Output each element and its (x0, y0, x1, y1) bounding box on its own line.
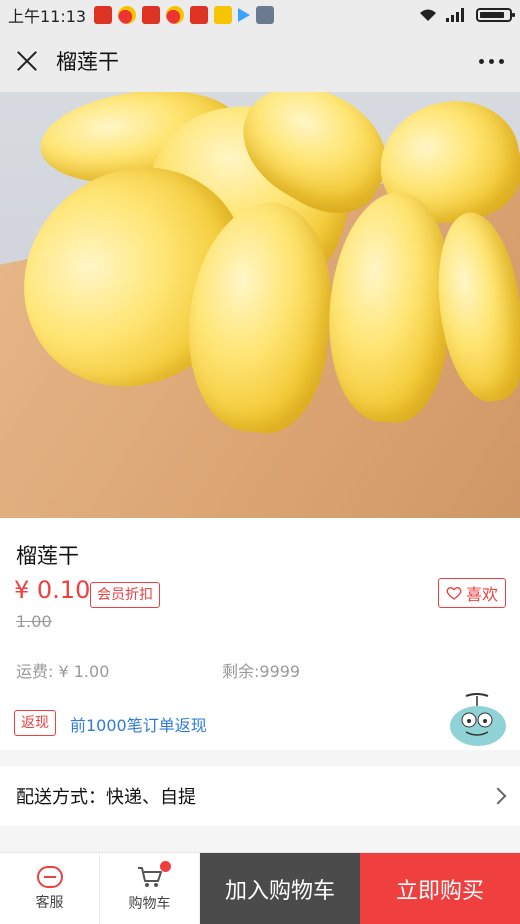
heart-icon (446, 586, 462, 600)
like-button[interactable]: 喜欢 (438, 578, 506, 608)
app-icon (214, 6, 233, 24)
netease-news-icon (94, 6, 113, 24)
more-icon[interactable] (479, 58, 504, 64)
product-info: 榴莲干 ¥ 0.10 会员折扣 1.00 喜欢 运费: ¥ 1.00 剩余:99… (0, 518, 520, 750)
stock-remaining: 剩余:9999 (222, 662, 301, 681)
play-icon (238, 8, 251, 22)
add-to-cart-button[interactable]: 加入购物车 (200, 853, 360, 924)
product-price: ¥ 0.10 (14, 576, 91, 604)
product-image[interactable] (0, 92, 520, 518)
like-label: 喜欢 (465, 587, 498, 604)
customer-service-button[interactable]: 客服 (0, 853, 100, 924)
nav-bar: 榴莲干 (0, 30, 520, 92)
status-bar: 上午11:13 (0, 0, 520, 30)
weibo-icon (118, 6, 137, 24)
shipping-fee: 运费: ¥ 1.00 (16, 662, 110, 681)
cart-badge-dot (160, 861, 171, 872)
cart-button[interactable]: 购物车 (100, 853, 200, 924)
original-price: 1.00 (16, 612, 52, 631)
cart-icon (137, 867, 162, 887)
status-time: 上午11:13 (8, 7, 87, 26)
buy-now-button[interactable]: 立即购买 (360, 853, 520, 924)
battery-icon (476, 8, 515, 22)
chevron-right-icon (489, 787, 507, 805)
calculator-icon (256, 6, 275, 24)
rebate-tag: 返现 (14, 710, 56, 736)
page-title: 榴莲干 (56, 50, 119, 74)
delivery-label: 配送方式：快递、自提 (16, 787, 196, 808)
weibo-icon (166, 6, 185, 24)
member-discount-badge: 会员折扣 (90, 582, 160, 608)
cart-label: 购物车 (128, 896, 171, 912)
wifi-icon (420, 9, 436, 21)
netease-news-icon (142, 6, 161, 24)
close-icon[interactable] (16, 50, 38, 72)
status-right (418, 8, 515, 22)
bottom-action-bar: 客服 购物车 加入购物车 立即购买 (0, 852, 520, 924)
mascot-icon (450, 693, 506, 746)
netease-news-icon (190, 6, 209, 24)
signal-icon (446, 8, 468, 22)
customer-service-label: 客服 (35, 895, 64, 911)
product-name: 榴莲干 (16, 544, 79, 568)
delivery-method-row[interactable]: 配送方式：快递、自提 (0, 766, 520, 826)
rebate-link[interactable]: 前1000笔订单返现 (70, 712, 207, 736)
chat-icon (36, 866, 63, 888)
